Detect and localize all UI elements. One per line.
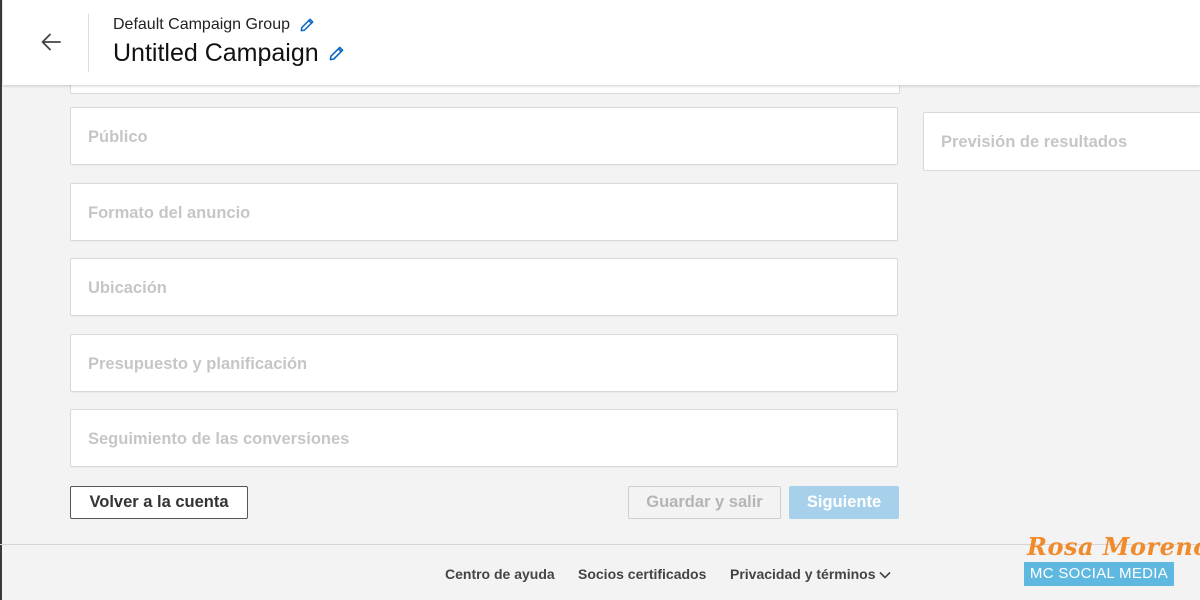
arrow-left-icon xyxy=(41,33,61,51)
watermark-brand: MC SOCIAL MEDIA xyxy=(1024,562,1174,586)
footer-link-help-center[interactable]: Centro de ayuda xyxy=(445,566,555,582)
campaign-group-row: Default Campaign Group xyxy=(113,16,314,34)
section-label: Seguimiento de las conversiones xyxy=(88,430,350,448)
campaign-header: Default Campaign Group Untitled Campaign xyxy=(3,0,1200,85)
next-button[interactable]: Siguiente xyxy=(789,486,899,519)
forecast-label: Previsión de resultados xyxy=(941,133,1128,151)
save-and-exit-button[interactable]: Guardar y salir xyxy=(628,486,781,519)
edit-group-name-button[interactable] xyxy=(300,18,314,32)
pencil-icon xyxy=(300,18,314,32)
edit-campaign-name-button[interactable] xyxy=(329,46,344,61)
footer-link-privacy-terms[interactable]: Privacidad y términos xyxy=(730,566,892,582)
section-label: Público xyxy=(88,128,148,146)
campaign-group-name: Default Campaign Group xyxy=(113,16,290,33)
footer-link-certified-partners[interactable]: Socios certificados xyxy=(578,566,706,582)
section-label: Formato del anuncio xyxy=(88,204,251,222)
campaign-name: Untitled Campaign xyxy=(113,39,319,67)
footer: Centro de ayuda Socios certificados Priv… xyxy=(0,566,1200,588)
watermark-logo: Rosa Moreno MC SOCIAL MEDIA xyxy=(1024,532,1200,586)
section-conversion-tracking[interactable]: Seguimiento de las conversiones xyxy=(70,409,898,467)
section-ad-format[interactable]: Formato del anuncio xyxy=(70,183,898,241)
section-audience[interactable]: Público xyxy=(70,107,898,165)
back-to-account-button[interactable]: Volver a la cuenta xyxy=(70,486,248,519)
watermark-name: Rosa Moreno xyxy=(1027,532,1200,561)
section-label: Presupuesto y planificación xyxy=(88,355,308,373)
forecast-results-panel: Previsión de resultados xyxy=(923,112,1200,171)
pencil-icon xyxy=(329,46,344,61)
window-edge xyxy=(0,0,2,600)
chevron-down-icon xyxy=(878,570,892,580)
header-divider xyxy=(88,14,89,72)
back-button[interactable] xyxy=(31,24,71,60)
section-label: Ubicación xyxy=(88,279,167,297)
campaign-name-row: Untitled Campaign xyxy=(113,39,344,68)
section-placement[interactable]: Ubicación xyxy=(70,258,898,316)
section-budget-schedule[interactable]: Presupuesto y planificación xyxy=(70,334,898,392)
footer-divider xyxy=(0,544,1200,545)
footer-link-label: Privacidad y términos xyxy=(730,566,876,582)
